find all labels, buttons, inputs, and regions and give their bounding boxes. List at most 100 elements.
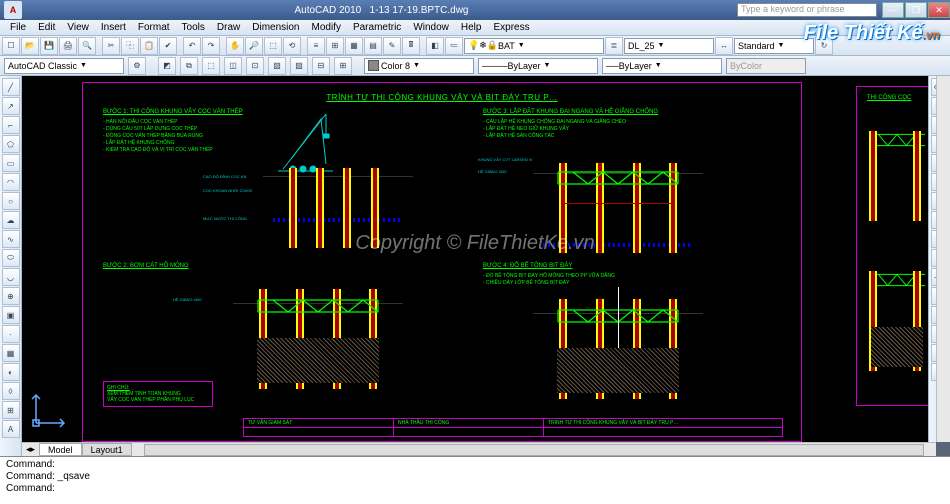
circle-icon[interactable]: ○: [2, 192, 20, 210]
ws-settings-icon[interactable]: ⚙: [128, 57, 146, 75]
tb-b-icon[interactable]: ⧉: [180, 57, 198, 75]
open-icon[interactable]: 📂: [21, 37, 39, 55]
sheet-icon[interactable]: ▤: [364, 37, 382, 55]
new-icon[interactable]: ☐: [2, 37, 20, 55]
draw-toolbar: ╱ ↗ ⌐ ⬠ ▭ ◠ ○ ☁ ∿ ⬭ ◡ ⊕ ▣ · ▦ ◐ ◊ ⊞ A: [0, 76, 22, 456]
ellipsearc-icon[interactable]: ◡: [2, 268, 20, 286]
app-logo[interactable]: A: [4, 1, 22, 19]
menu-file[interactable]: File: [4, 22, 32, 33]
step4-text: - ĐỔ BÊ TÔNG BỊT ĐÁY HỐ MÓNG THEO PP VỮA…: [483, 273, 683, 287]
layer-state-icon[interactable]: ◧: [426, 37, 444, 55]
insert-icon[interactable]: ⊕: [2, 287, 20, 305]
help-search-input[interactable]: Type a keyword or phrase: [737, 3, 877, 17]
save-icon[interactable]: 💾: [40, 37, 58, 55]
scrollbar-vertical[interactable]: [936, 76, 950, 442]
spline-icon[interactable]: ∿: [2, 230, 20, 248]
layer-dropdown[interactable]: 💡❄🔒 BAT▼: [464, 38, 604, 54]
close-button[interactable]: ✕: [928, 2, 950, 18]
redo-icon[interactable]: ↷: [202, 37, 220, 55]
paste-icon[interactable]: 📋: [140, 37, 158, 55]
pan-icon[interactable]: ✋: [226, 37, 244, 55]
menu-express[interactable]: Express: [487, 22, 535, 33]
menu-edit[interactable]: Edit: [32, 22, 61, 33]
title-block: TƯ VẤN GIÁM SÁTNHÀ THẦU THI CÔNGTRÌNH TỰ…: [243, 418, 783, 437]
calc-icon[interactable]: 🖩: [402, 37, 420, 55]
window-title: AutoCAD 2010 1-13 17-19.BPTC.dwg: [26, 5, 737, 16]
polygon-icon[interactable]: ⬠: [2, 135, 20, 153]
menu-window[interactable]: Window: [407, 22, 455, 33]
struct-1: CAO ĐỘ ĐỈNH CỌC KN CỌC KHOAN NHỒI ∅1000 …: [283, 168, 393, 253]
hatch-icon[interactable]: ▦: [2, 344, 20, 362]
plot-icon[interactable]: 🖨: [59, 37, 77, 55]
minimize-button[interactable]: —: [882, 2, 904, 18]
tab-layout1[interactable]: Layout1: [82, 443, 132, 456]
revcloud-icon[interactable]: ☁: [2, 211, 20, 229]
layer-props-icon[interactable]: ≔: [445, 37, 463, 55]
copy-icon[interactable]: ⿻: [121, 37, 139, 55]
tb-g-icon[interactable]: ▨: [290, 57, 308, 75]
toolpalette-icon[interactable]: ▦: [345, 37, 363, 55]
pline-icon[interactable]: ⌐: [2, 116, 20, 134]
struct-2: HỆ GIẰNG I400: [253, 283, 383, 393]
match-icon[interactable]: ✔: [159, 37, 177, 55]
properties-toolbar: AutoCAD Classic▼ ⚙ ◩ ⧉ ⬚ ◫ ⊡ ▧ ▨ ⊟ ⊞ Col…: [0, 56, 950, 76]
menu-modify[interactable]: Modify: [306, 22, 347, 33]
linetype-dropdown[interactable]: ──── ByLayer▼: [478, 58, 598, 74]
menu-insert[interactable]: Insert: [95, 22, 132, 33]
command-line[interactable]: Command: Command: _qsave Command:: [0, 456, 950, 504]
point-icon[interactable]: ·: [2, 325, 20, 343]
menu-format[interactable]: Format: [132, 22, 176, 33]
region-icon[interactable]: ◊: [2, 382, 20, 400]
tb-i-icon[interactable]: ⊞: [334, 57, 352, 75]
gradient-icon[interactable]: ◐: [2, 363, 20, 381]
zoom-icon[interactable]: 🔎: [245, 37, 263, 55]
menu-dimension[interactable]: Dimension: [246, 22, 305, 33]
zoom-prev-icon[interactable]: ⟲: [283, 37, 301, 55]
table-icon[interactable]: ⊞: [2, 401, 20, 419]
zoom-win-icon[interactable]: ⬚: [264, 37, 282, 55]
window-buttons: — ❐ ✕: [881, 2, 950, 18]
line-icon[interactable]: ╱: [2, 78, 20, 96]
scrollbar-horizontal[interactable]: [144, 444, 924, 456]
preview-icon[interactable]: 🔍: [78, 37, 96, 55]
tb-c-icon[interactable]: ⬚: [202, 57, 220, 75]
model-space[interactable]: TRÌNH TỰ THI CÔNG KHUNG VÂY VÀ BỊT ĐÁY T…: [22, 76, 936, 442]
block-icon[interactable]: ▣: [2, 306, 20, 324]
menu-parametric[interactable]: Parametric: [347, 22, 407, 33]
markup-icon[interactable]: ✎: [383, 37, 401, 55]
ucs-icon: [30, 387, 72, 434]
tb-h-icon[interactable]: ⊟: [312, 57, 330, 75]
menu-view[interactable]: View: [61, 22, 95, 33]
color-dropdown[interactable]: Color 8▼: [364, 58, 474, 74]
mtext-icon[interactable]: A: [2, 420, 20, 438]
cut-icon[interactable]: ✂: [102, 37, 120, 55]
rectangle-icon[interactable]: ▭: [2, 154, 20, 172]
undo-icon[interactable]: ↶: [183, 37, 201, 55]
menu-help[interactable]: Help: [455, 22, 488, 33]
maximize-button[interactable]: ❐: [905, 2, 927, 18]
cmd-prompt[interactable]: Command:: [6, 483, 944, 495]
lineweight-dropdown[interactable]: ── ByLayer▼: [602, 58, 722, 74]
layer-iso-icon[interactable]: ≣: [605, 37, 623, 55]
step1-text: - HÀN NỐI ĐẦU CỌC VÁN THÉP - DÙNG CẨU 50…: [103, 119, 263, 154]
tb-e-icon[interactable]: ⊡: [246, 57, 264, 75]
xline-icon[interactable]: ↗: [2, 97, 20, 115]
properties-icon[interactable]: ≡: [307, 37, 325, 55]
dimstyle-dropdown[interactable]: Standard▼: [734, 38, 814, 54]
tb-a-icon[interactable]: ◩: [158, 57, 176, 75]
tb-d-icon[interactable]: ◫: [224, 57, 242, 75]
tb-f-icon[interactable]: ▧: [268, 57, 286, 75]
tabs-scrollbar: ◂▸ Model Layout1: [22, 442, 936, 456]
dim-icon[interactable]: ↔: [715, 37, 733, 55]
linetype-scale-dropdown[interactable]: DL_25▼: [624, 38, 714, 54]
menu-draw[interactable]: Draw: [211, 22, 246, 33]
step2-header: BƯỚC 2: BƠM CÁT HỐ MÓNG: [103, 263, 189, 269]
drawing-frame: TRÌNH TỰ THI CÔNG KHUNG VÂY VÀ BỊT ĐÁY T…: [82, 82, 802, 442]
workspace-dropdown[interactable]: AutoCAD Classic▼: [4, 58, 124, 74]
designcenter-icon[interactable]: ⊞: [326, 37, 344, 55]
ellipse-icon[interactable]: ⬭: [2, 249, 20, 267]
tab-model[interactable]: Model: [39, 443, 82, 456]
arc-icon[interactable]: ◠: [2, 173, 20, 191]
menu-tools[interactable]: Tools: [176, 22, 211, 33]
drawing-viewport[interactable]: TRÌNH TỰ THI CÔNG KHUNG VÂY VÀ BỊT ĐÁY T…: [22, 76, 950, 456]
